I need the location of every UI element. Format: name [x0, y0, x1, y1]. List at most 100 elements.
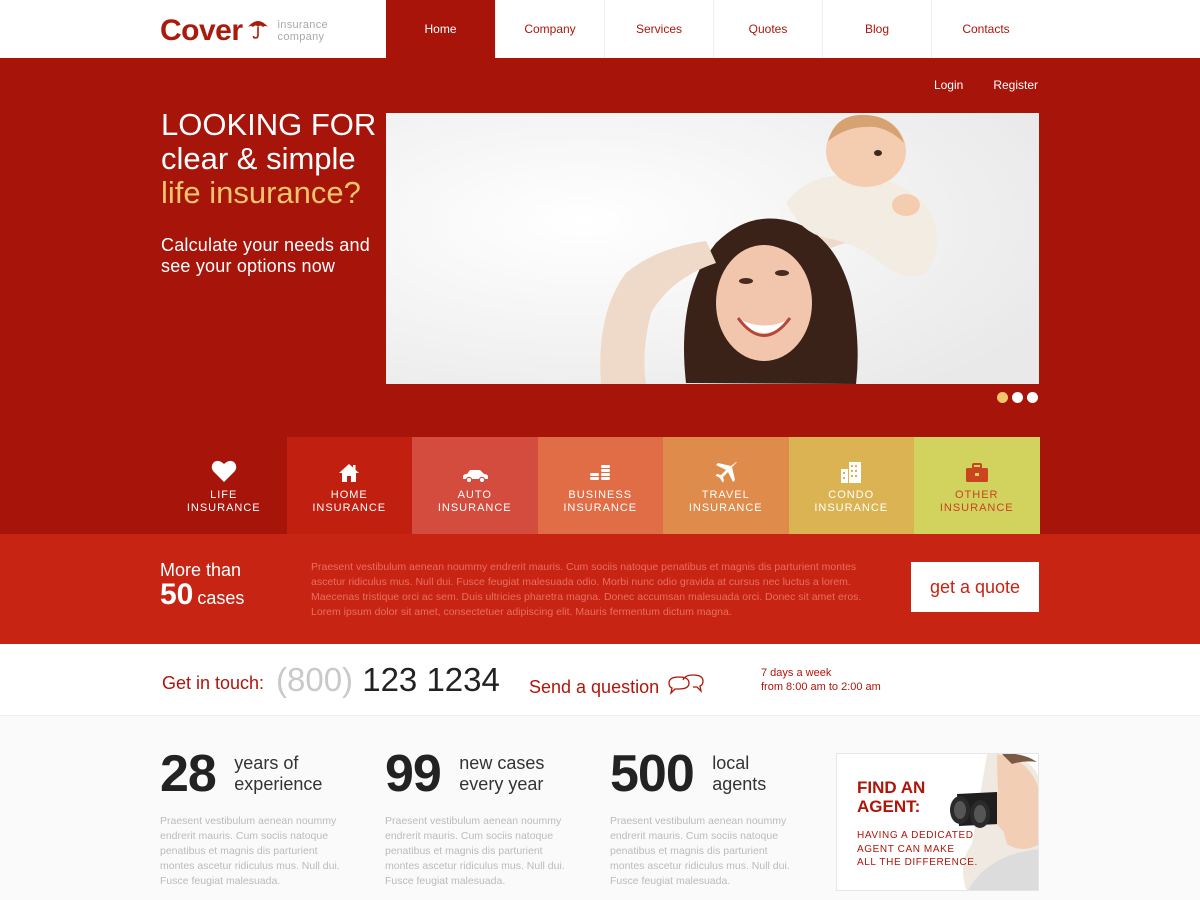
hero-section: Login Register LOOKING FOR clear & simpl… [0, 58, 1200, 534]
send-question-link[interactable]: Send a question [529, 673, 705, 702]
logo[interactable]: Cover insurance company [160, 14, 328, 48]
nav-company[interactable]: Company [495, 0, 604, 58]
nav-contacts[interactable]: Contacts [931, 0, 1040, 58]
stat-label: local agents [712, 753, 766, 795]
stat-label: years of experience [234, 753, 322, 795]
mother-child-photo [386, 113, 1039, 384]
stat-experience: 28 years of experience Praesent vestibul… [160, 746, 370, 889]
phone-number[interactable]: (800) 123 1234 [276, 661, 500, 699]
logo-tagline-line1: insurance [277, 19, 328, 31]
stat-description: Praesent vestibulum aenean noummy endrer… [160, 815, 340, 887]
tile-home-insurance[interactable]: HOME INSURANCE [286, 437, 412, 534]
slider-dot-1[interactable] [997, 392, 1008, 403]
nav-blog[interactable]: Blog [822, 0, 931, 58]
agent-text-line2: AGENT CAN MAKE [857, 843, 955, 855]
login-link[interactable]: Login [934, 78, 963, 92]
main-nav: Home Company Services Quotes Blog Contac… [386, 0, 1040, 58]
building-icon [840, 457, 862, 483]
tile-label-line1: OTHER [955, 488, 999, 501]
stat-label-line2: agents [712, 774, 767, 794]
tile-business-insurance[interactable]: BUSINESS INSURANCE [537, 437, 663, 534]
briefcase-icon [965, 457, 989, 483]
slider-dot-2[interactable] [1012, 392, 1023, 403]
stat-new-cases: 99 new cases every year Praesent vestibu… [385, 746, 595, 889]
stat-label-line1: local [712, 753, 750, 773]
stat-label: new cases every year [459, 753, 544, 795]
umbrella-icon [246, 17, 270, 44]
stat-label-line1: new cases [459, 753, 545, 773]
nav-quotes[interactable]: Quotes [713, 0, 822, 58]
hero-headline: LOOKING FOR clear & simple life insuranc… [161, 108, 376, 210]
cases-label: cases [197, 588, 245, 608]
agent-title-line2: AGENT: [857, 797, 921, 816]
tile-label-line2: INSURANCE [437, 501, 512, 514]
tile-label-line2: INSURANCE [939, 501, 1014, 514]
tile-label-line2: INSURANCE [688, 501, 763, 514]
nav-services[interactable]: Services [604, 0, 713, 58]
car-icon [461, 457, 489, 483]
tile-life-insurance[interactable]: LIFE INSURANCE [161, 437, 287, 534]
headline-line3: life insurance? [161, 175, 361, 210]
tile-auto-insurance[interactable]: AUTO INSURANCE [412, 437, 538, 534]
get-in-touch-label: Get in touch: [162, 673, 265, 693]
chat-bubbles-icon [659, 673, 705, 702]
cases-counter: More than 50 cases [160, 560, 244, 610]
logo-tagline-line2: company [277, 31, 325, 43]
agent-text-line3: ALL THE DIFFERENCE. [857, 857, 978, 868]
agent-title: FIND AN AGENT: [857, 778, 925, 816]
opening-hours: 7 days a week from 8:00 am to 2:00 am [761, 666, 881, 694]
nav-home[interactable]: Home [386, 0, 495, 58]
stat-local-agents: 500 local agents Praesent vestibulum aen… [610, 746, 820, 889]
stats-section: 28 years of experience Praesent vestibul… [0, 716, 1200, 900]
slider-dot-3[interactable] [1027, 392, 1038, 403]
site-header: Cover insurance company Home Company Ser… [0, 0, 1200, 58]
stat-number: 500 [610, 745, 695, 803]
phone-area-code: (800) [276, 661, 354, 698]
stat-label-line1: years of [234, 753, 299, 773]
stat-description: Praesent vestibulum aenean noummy endrer… [610, 815, 790, 887]
slider-dots [997, 392, 1038, 403]
heart-icon [211, 457, 237, 483]
contact-bar: Get in touch: (800) 123 1234 Send a ques… [0, 644, 1200, 716]
stat-label-line2: every year [459, 774, 544, 794]
agent-title-line1: FIND AN [857, 778, 926, 797]
insurance-tiles: LIFE INSURANCE HOME INSURANCE AUTO INSUR… [161, 437, 1040, 534]
tile-label-line1: AUTO [457, 488, 492, 501]
tile-label-line1: LIFE [210, 488, 238, 501]
stat-number: 28 [160, 745, 217, 803]
stat-description: Praesent vestibulum aenean noummy endrer… [385, 815, 565, 887]
more-than-label: More than [160, 560, 242, 580]
quote-band: More than 50 cases Praesent vestibulum ae… [0, 534, 1200, 644]
headline-line1: LOOKING FOR [161, 107, 377, 142]
band-description: Praesent vestibulum aenean noummy endrer… [311, 561, 862, 618]
logo-wordmark: Cover [160, 14, 243, 47]
auth-links: Login Register [934, 78, 1038, 92]
house-icon [338, 457, 360, 483]
tile-other-insurance[interactable]: OTHER INSURANCE [914, 437, 1040, 534]
coins-icon [589, 457, 611, 483]
send-question-label: Send a question [529, 677, 660, 697]
tile-label-line2: INSURANCE [814, 501, 889, 514]
airplane-icon [714, 457, 738, 483]
register-link[interactable]: Register [993, 78, 1038, 92]
tile-label-line2: INSURANCE [186, 501, 261, 514]
stat-label-line2: experience [234, 774, 323, 794]
hero-slider-image[interactable] [386, 113, 1039, 384]
hero-subtext: Calculate your needs and see your option… [161, 235, 370, 276]
tile-condo-insurance[interactable]: CONDO INSURANCE [788, 437, 914, 534]
tile-label-line1: HOME [330, 488, 368, 501]
hours-days: 7 days a week [761, 667, 832, 679]
tile-label-line1: TRAVEL [701, 488, 750, 501]
logo-tagline: insurance company [278, 19, 328, 43]
find-agent-banner[interactable]: FIND AN AGENT: HAVING A DEDICATED AGENT … [836, 753, 1039, 891]
agent-text-line1: HAVING A DEDICATED [857, 830, 974, 841]
binoculars-man-image [950, 754, 1038, 890]
get-quote-button[interactable]: get a quote [911, 562, 1039, 612]
hours-time: from 8:00 am to 2:00 am [761, 681, 881, 693]
stat-number: 99 [385, 745, 442, 803]
tile-travel-insurance[interactable]: TRAVEL INSURANCE [663, 437, 789, 534]
tile-label-line1: CONDO [828, 488, 875, 501]
agent-text: HAVING A DEDICATED AGENT CAN MAKE ALL TH… [857, 829, 978, 870]
headline-line2: clear & simple [161, 141, 356, 176]
tile-label-line1: BUSINESS [568, 488, 633, 501]
